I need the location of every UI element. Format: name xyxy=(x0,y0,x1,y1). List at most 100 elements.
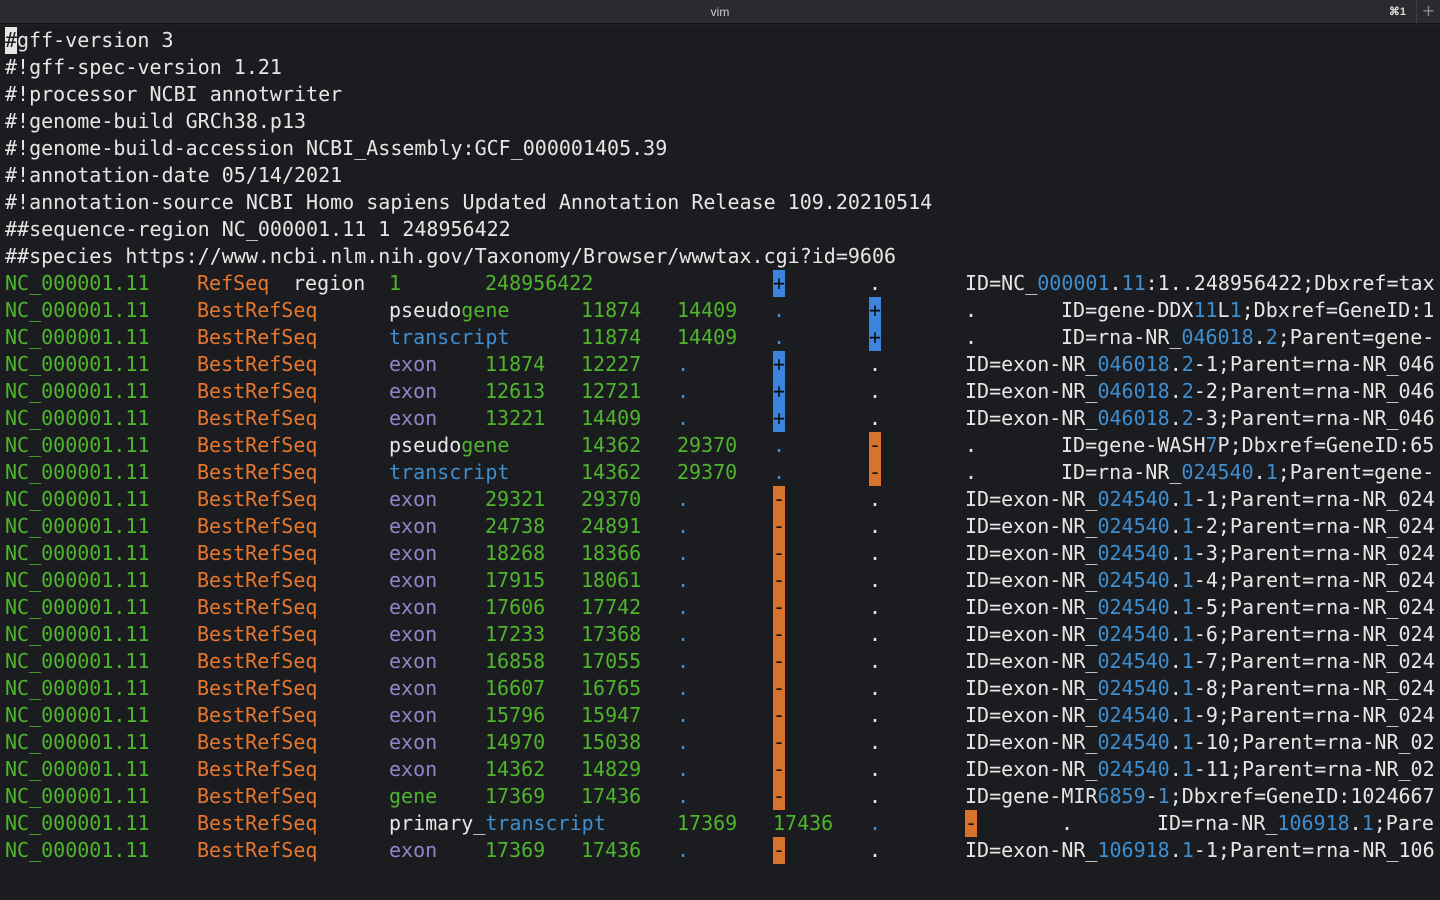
header-text: #!annotation-date 05/14/2021 xyxy=(5,163,343,187)
header-comment-line[interactable]: #!annotation-date 05/14/2021 xyxy=(0,162,1440,189)
gff-feature-row[interactable]: NC_000001.11 BestRefSeq pseudogene 11874 144… xyxy=(0,297,1440,324)
end: 16765 xyxy=(581,676,642,700)
feature-type: pseudogene xyxy=(389,432,509,459)
seqid: NC_000001.11 xyxy=(5,595,150,619)
gff-feature-row[interactable]: NC_000001.11 BestRefSeq transcript 14362 293… xyxy=(0,459,1440,486)
start: 17369 xyxy=(485,838,546,862)
gff-feature-row[interactable]: NC_000001.11 BestRefSeq exon 18268 18366. -. I… xyxy=(0,540,1440,567)
end: 14409 xyxy=(581,406,642,430)
attr-pre: ID=rna-NR_ xyxy=(1157,811,1278,835)
attr-mid: . xyxy=(1253,460,1266,484)
seqid: NC_000001.11 xyxy=(5,784,150,808)
attr-num: 106918 xyxy=(1097,838,1170,862)
gff-feature-row[interactable]: NC_000001.11 BestRefSeq exon 17915 18061. -. I… xyxy=(0,567,1440,594)
gff-feature-row[interactable]: NC_000001.11 RefSeq region 1 248956422 +. ID=N… xyxy=(0,270,1440,297)
source: BestRefSeq xyxy=(197,298,318,322)
gff-feature-row[interactable]: NC_000001.11 BestRefSeq exon 17369 17436. -. I… xyxy=(0,837,1440,864)
feature-type: transcript xyxy=(389,460,510,484)
header-comment-line[interactable]: #!genome-build-accession NCBI_Assembly:G… xyxy=(0,135,1440,162)
cursor-char: # xyxy=(5,27,18,54)
new-tab-button[interactable]: + xyxy=(1416,0,1440,24)
gff-feature-row[interactable]: NC_000001.11 BestRefSeq transcript 11874 144… xyxy=(0,324,1440,351)
gff-feature-row[interactable]: NC_000001.11 BestRefSeq exon 17233 17368. -. I… xyxy=(0,621,1440,648)
attr-num2: 1 xyxy=(1157,784,1170,808)
attr-mid: . xyxy=(1169,703,1182,727)
attr-num2: 2 xyxy=(1181,352,1194,376)
attr-pre: ID=exon-NR_ xyxy=(965,676,1098,700)
strand-plus-marker: + xyxy=(773,270,786,297)
attr-mid: - xyxy=(1145,784,1158,808)
gff-feature-row[interactable]: NC_000001.11 BestRefSeq gene 17369 17436. -. I… xyxy=(0,783,1440,810)
attr-num2: 2 xyxy=(1181,406,1194,430)
attr-post: ;Parent=gene- xyxy=(1277,325,1435,349)
header-comment-line[interactable]: #!genome-build GRCh38.p13 xyxy=(0,108,1440,135)
type-prefix: primary_ xyxy=(389,811,486,835)
attributes: ID=exon-NR_024540.1-10;Parent=rna-NR_02 xyxy=(965,729,1435,756)
score: . xyxy=(677,514,690,538)
attr-mid: . xyxy=(1169,622,1182,646)
attr-num2: 1 xyxy=(1181,730,1194,754)
score: . xyxy=(677,703,690,727)
attributes: ID=exon-NR_046018.2-3;Parent=rna-NR_046 xyxy=(965,405,1435,432)
seqid: NC_000001.11 xyxy=(5,649,150,673)
strand-minus-marker: - xyxy=(773,486,786,513)
seqid: NC_000001.11 xyxy=(5,406,150,430)
header-text: #!gff-spec-version 1.21 xyxy=(5,55,282,79)
header-comment-line[interactable]: ##species https://www.ncbi.nlm.nih.gov/T… xyxy=(0,243,1440,270)
gff-feature-row[interactable]: NC_000001.11 BestRefSeq exon 14362 14829. -. I… xyxy=(0,756,1440,783)
gff-feature-row[interactable]: NC_000001.11 BestRefSeq exon 12613 12721. +. I… xyxy=(0,378,1440,405)
attr-pre: ID=gene-MIR xyxy=(965,784,1098,808)
gff-feature-row[interactable]: NC_000001.11 BestRefSeq exon 11874 12227. +. I… xyxy=(0,351,1440,378)
header-comment-line[interactable]: #!gff-spec-version 1.21 xyxy=(0,54,1440,81)
source: BestRefSeq xyxy=(197,460,318,484)
attr-num2: 2 xyxy=(1181,379,1194,403)
end: 14409 xyxy=(677,298,738,322)
score: . xyxy=(677,379,690,403)
score: . xyxy=(773,460,786,484)
phase: . xyxy=(869,271,882,295)
attributes: ID=gene-DDX11L1;Dbxref=GeneID:1 xyxy=(1061,297,1434,324)
gff-feature-row[interactable]: NC_000001.11 BestRefSeq exon 16858 17055. -. I… xyxy=(0,648,1440,675)
strand-minus-marker: - xyxy=(773,729,786,756)
vim-editor[interactable]: # gff-version 3 #!gff-spec-version 1.21 #!p… xyxy=(0,26,1440,900)
end: 15038 xyxy=(581,730,642,754)
attr-post: -9;Parent=rna-NR_024 xyxy=(1193,703,1435,727)
feature-type: exon xyxy=(389,595,438,619)
end: 17436 xyxy=(773,811,834,835)
attributes: ID=exon-NR_024540.1-7;Parent=rna-NR_024 xyxy=(965,648,1435,675)
gff-feature-row[interactable]: NC_000001.11 BestRefSeq pseudogene 14362 293… xyxy=(0,432,1440,459)
attr-mid: . xyxy=(1169,352,1182,376)
gff-feature-row[interactable]: NC_000001.11 BestRefSeq primary_transcript… xyxy=(0,810,1440,837)
gff-feature-row[interactable]: NC_000001.11 BestRefSeq exon 17606 17742. -. I… xyxy=(0,594,1440,621)
gff-feature-row[interactable]: NC_000001.11 BestRefSeq exon 16607 16765. -. I… xyxy=(0,675,1440,702)
source: BestRefSeq xyxy=(197,379,318,403)
attr-pre: ID=exon-NR_ xyxy=(965,541,1098,565)
feature-type: exon xyxy=(389,757,438,781)
end: 17436 xyxy=(581,838,642,862)
start: 16858 xyxy=(485,649,546,673)
phase: . xyxy=(869,541,882,565)
end: 29370 xyxy=(677,460,738,484)
header-comment-line[interactable]: ##sequence-region NC_000001.11 1 2489564… xyxy=(0,216,1440,243)
gff-feature-row[interactable]: NC_000001.11 BestRefSeq exon 15796 15947. -. I… xyxy=(0,702,1440,729)
header-comment-line[interactable]: #!processor NCBI annotwriter xyxy=(0,81,1440,108)
attr-post: -2;Parent=rna-NR_024 xyxy=(1193,514,1435,538)
gff-feature-row[interactable]: NC_000001.11 BestRefSeq exon 24738 24891. -. I… xyxy=(0,513,1440,540)
strand-minus-marker: - xyxy=(773,540,786,567)
strand-minus-marker: - xyxy=(773,567,786,594)
tab-shortcut: ⌘1 xyxy=(1388,6,1406,18)
gff-feature-row[interactable]: NC_000001.11 BestRefSeq exon 13221 14409. +. I… xyxy=(0,405,1440,432)
start: 14362 xyxy=(485,757,546,781)
start: 17606 xyxy=(485,595,546,619)
seqid: NC_000001.11 xyxy=(5,298,150,322)
gff-feature-row[interactable]: NC_000001.11 BestRefSeq exon 14970 15038. -. I… xyxy=(0,729,1440,756)
header-text: #!processor NCBI annotwriter xyxy=(5,82,343,106)
end: 18061 xyxy=(581,568,642,592)
attr-num2: 1 xyxy=(1181,487,1194,511)
attr-post: -6;Parent=rna-NR_024 xyxy=(1193,622,1435,646)
title-bar: vim ⌘1 + xyxy=(0,0,1440,24)
gff-feature-row[interactable]: NC_000001.11 BestRefSeq exon 29321 29370. -. I… xyxy=(0,486,1440,513)
header-comment-line[interactable]: #!annotation-source NCBI Homo sapiens Up… xyxy=(0,189,1440,216)
attr-pre: ID=exon-NR_ xyxy=(965,487,1098,511)
header-comment-line[interactable]: # gff-version 3 xyxy=(0,27,1440,54)
